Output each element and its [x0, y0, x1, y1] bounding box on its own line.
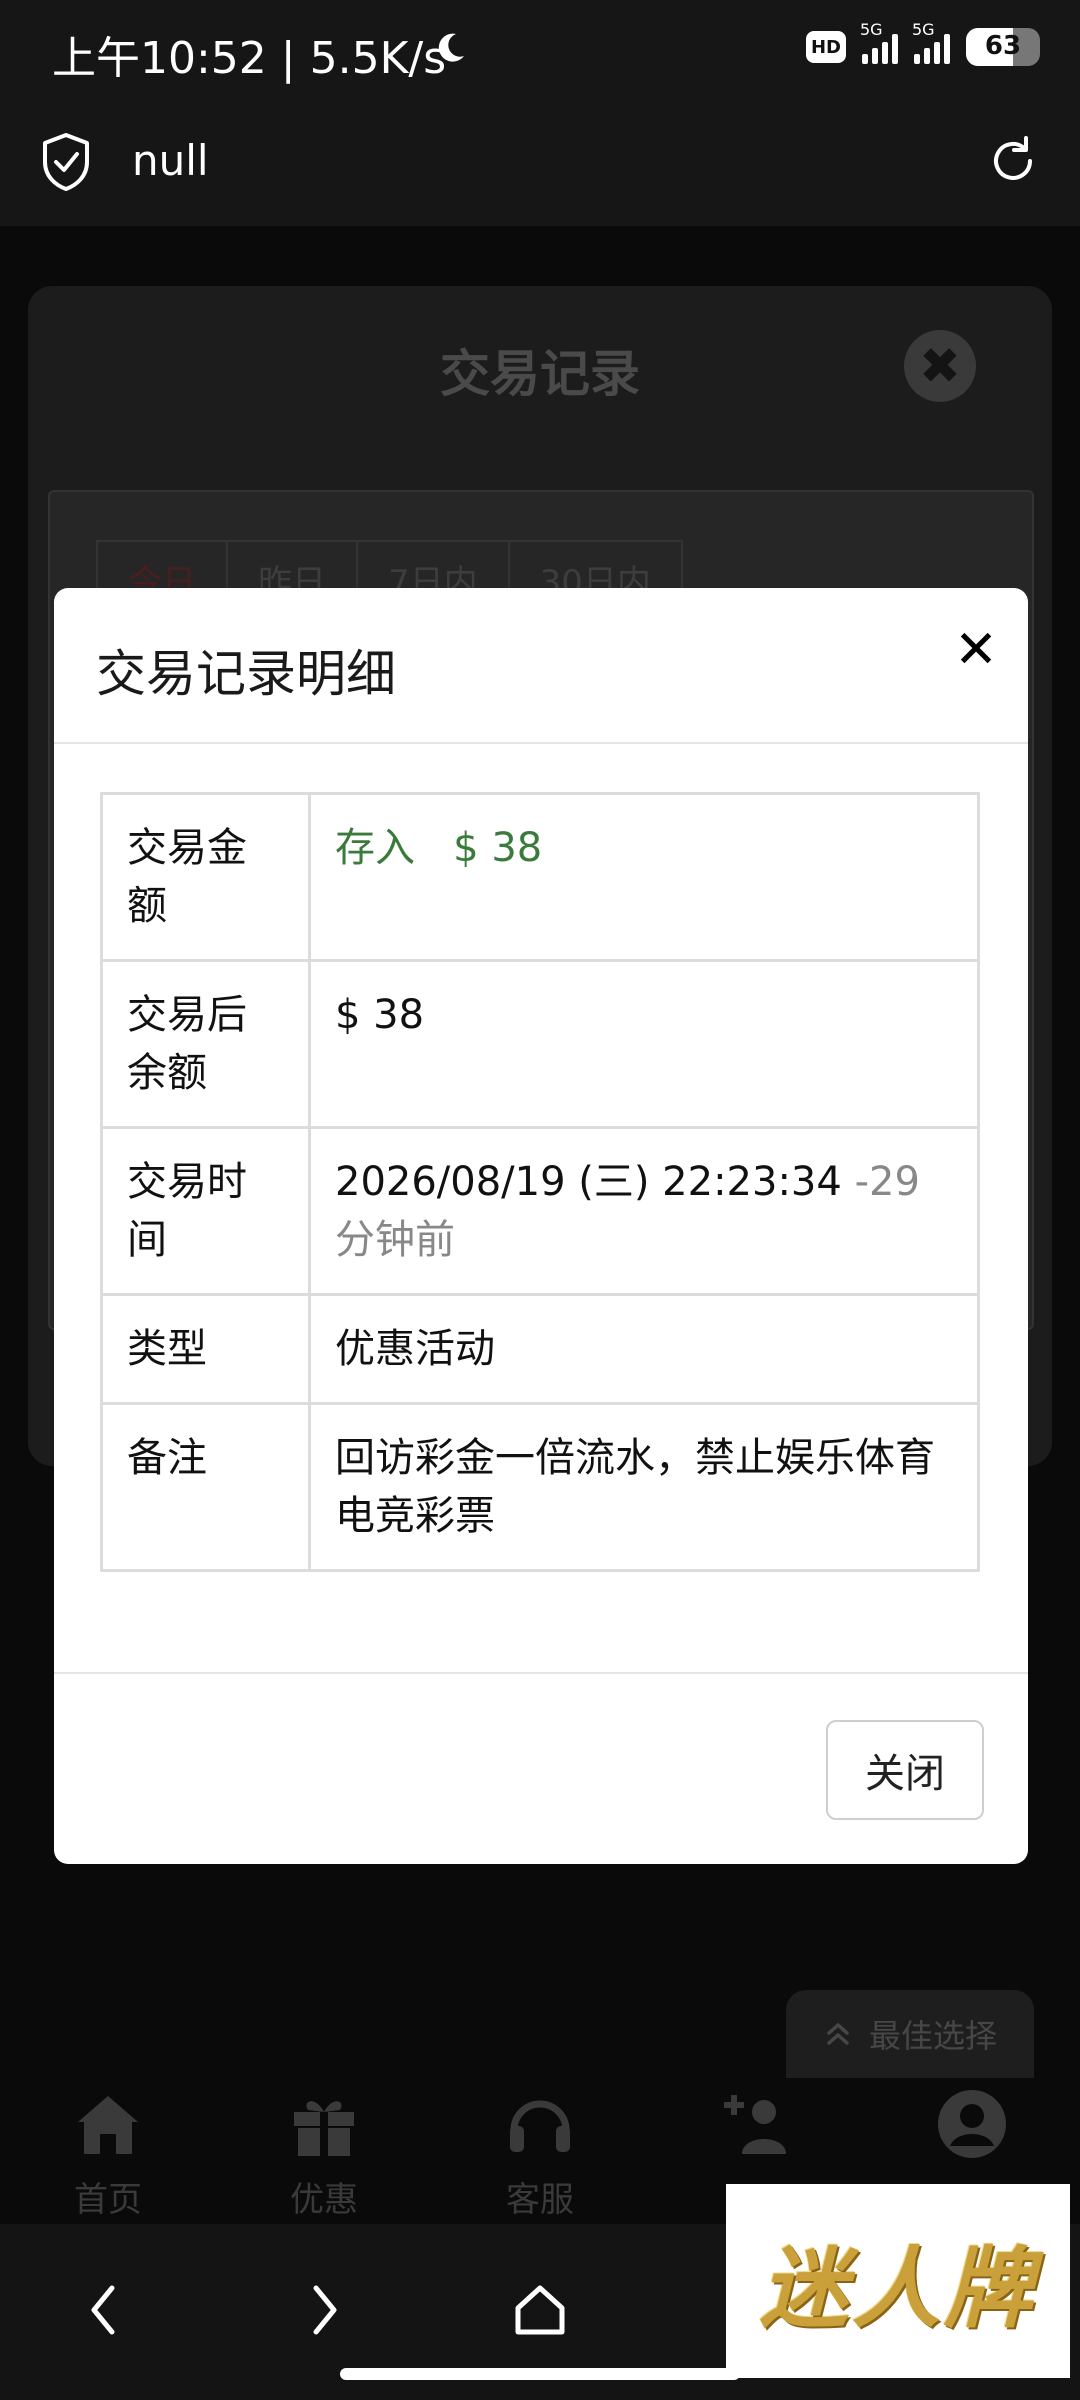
table-row: 备注 回访彩金一倍流水，禁止娱乐体育电竞彩票	[100, 1402, 980, 1572]
row-key-type: 类型	[100, 1293, 311, 1405]
moon-icon	[438, 33, 464, 62]
row-key-time: 交易时间	[100, 1126, 311, 1296]
browser-toolbar: null	[0, 100, 1080, 226]
close-icon[interactable]: ✕	[948, 622, 1004, 678]
battery-icon: 63	[966, 28, 1040, 66]
modal-footer: 关闭	[54, 1672, 1028, 1864]
row-value-amount: 存入 $ 38	[308, 792, 980, 962]
row-value-time: 2026/08/19 (三) 22:23:34 -29 分钟前	[308, 1126, 980, 1296]
time-value: 2026/08/19 (三) 22:23:34	[335, 1159, 842, 1205]
row-key-remark: 备注	[100, 1402, 311, 1572]
amount-value: $ 38	[453, 825, 543, 871]
transaction-detail-modal: 交易记录明细 ✕ 交易金额 存入 $ 38 交易后余额 $ 38 交易时间 20…	[54, 588, 1028, 1864]
row-key-amount: 交易金额	[100, 792, 311, 962]
signal-icon: 5G	[912, 20, 950, 64]
table-row: 交易金额 存入 $ 38	[100, 792, 980, 962]
status-bar: 上午10:52 | 5.5K/s HD 5G 5G 63	[0, 0, 1080, 100]
modal-title: 交易记录明细	[96, 645, 396, 703]
url-text[interactable]: null	[132, 136, 209, 185]
detail-table: 交易金额 存入 $ 38 交易后余额 $ 38 交易时间 2026/08/19 …	[100, 792, 980, 1572]
table-row: 交易时间 2026/08/19 (三) 22:23:34 -29 分钟前	[100, 1126, 980, 1296]
close-button[interactable]: 关闭	[826, 1720, 984, 1820]
row-key-balance: 交易后余额	[100, 959, 311, 1129]
status-time: 上午10:52 | 5.5K/s	[52, 33, 447, 84]
status-icons: HD 5G 5G 63	[806, 20, 1040, 66]
row-value-balance: $ 38	[308, 959, 980, 1129]
table-row: 类型 优惠活动	[100, 1293, 980, 1405]
hd-badge: HD	[806, 31, 846, 63]
row-value-type: 优惠活动	[308, 1293, 980, 1405]
shield-check-icon[interactable]	[40, 132, 92, 192]
row-value-remark: 回访彩金一倍流水，禁止娱乐体育电竞彩票	[308, 1402, 980, 1572]
amount-type: 存入	[335, 825, 415, 871]
battery-level: 63	[984, 31, 1022, 61]
reload-icon[interactable]	[986, 134, 1040, 188]
signal-icon: 5G	[860, 20, 898, 64]
modal-header: 交易记录明细 ✕	[54, 588, 1028, 744]
table-row: 交易后余额 $ 38	[100, 959, 980, 1129]
